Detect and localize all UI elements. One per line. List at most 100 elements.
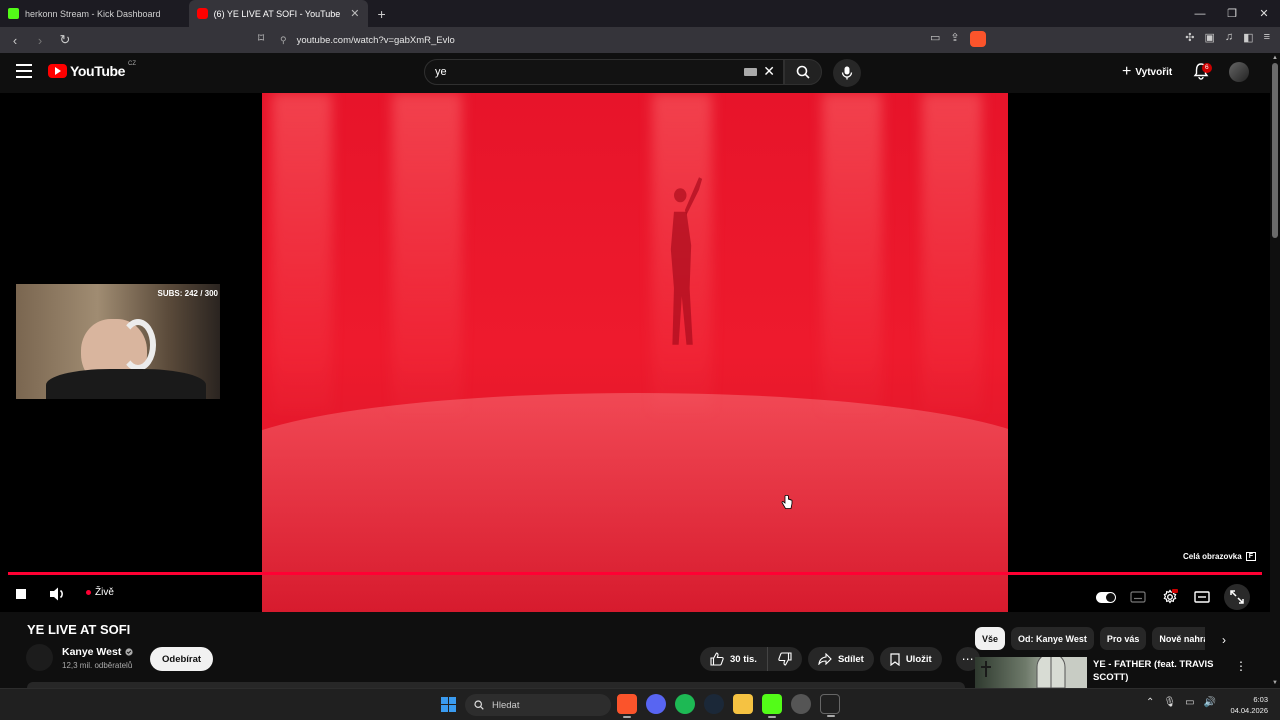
more-vertical-icon[interactable]: ⋮ — [1235, 659, 1247, 673]
taskbar-search-placeholder: Hledat — [492, 699, 520, 711]
gear-icon — [1163, 589, 1178, 604]
create-button[interactable]: + Vytvořit — [1116, 61, 1178, 83]
system-clock[interactable]: 6:03 04.04.2026 — [1230, 694, 1268, 716]
volume-icon[interactable] — [48, 586, 66, 602]
chip-all[interactable]: Vše — [975, 627, 1006, 650]
recommendation-chips: Vše Od: Kanye West Pro vás Nově nahrá — [975, 627, 1205, 651]
like-button[interactable]: 30 tis. — [700, 647, 768, 671]
extensions-icon[interactable]: ✣ — [1185, 31, 1194, 44]
recommendation-title[interactable]: YE - FATHER (feat. TRAVIS SCOTT) — [1093, 658, 1223, 684]
youtube-logo[interactable]: YouTube CZ — [48, 61, 136, 79]
wallet-icon[interactable]: ▣ — [1205, 31, 1215, 44]
spotify-icon[interactable] — [675, 694, 695, 714]
discord-icon[interactable] — [646, 694, 666, 714]
new-tab-button[interactable]: + — [368, 6, 396, 22]
chip-from-channel[interactable]: Od: Kanye West — [1011, 627, 1094, 650]
subscriber-count: 12,3 mil. odběratelů — [62, 661, 133, 670]
clear-search-icon[interactable]: ✕ — [763, 63, 775, 80]
video-player[interactable]: SUBS: 242 / 300 Celá obrazovka F Živě — [0, 93, 1270, 612]
media-icon[interactable]: ♫ — [1225, 31, 1233, 44]
browser-tab-bar: herkonn Stream - Kick Dashboard (6) YE L… — [0, 0, 1280, 27]
taskbar-search[interactable]: Hledat — [465, 694, 611, 716]
site-info-icon[interactable]: ⚲ — [280, 35, 287, 46]
speaker-icon[interactable]: 🔊 — [1204, 697, 1216, 708]
scroll-down-icon[interactable]: ▼ — [1272, 680, 1278, 686]
notification-badge: 6 — [1202, 63, 1212, 73]
scroll-up-icon[interactable]: ▲ — [1272, 55, 1278, 61]
tab-kick-dashboard[interactable]: herkonn Stream - Kick Dashboard — [0, 0, 169, 27]
chevron-up-icon[interactable]: ⌃ — [1146, 697, 1154, 708]
network-icon[interactable]: ▭ — [1185, 697, 1194, 708]
save-button[interactable]: Uložit — [879, 647, 942, 671]
clock-date: 04.04.2026 — [1230, 706, 1268, 715]
menu-icon[interactable] — [16, 64, 32, 78]
subs-counter: SUBS: 242 / 300 — [157, 289, 218, 298]
stop-button[interactable] — [16, 589, 26, 599]
live-indicator[interactable]: Živě — [86, 587, 114, 598]
headphones — [120, 319, 156, 371]
brave-shields-icon[interactable] — [969, 31, 986, 47]
search-icon — [796, 65, 810, 79]
voice-search-button[interactable] — [833, 59, 861, 87]
brave-browser-icon[interactable] — [617, 694, 637, 718]
share-button[interactable]: Sdílet — [807, 647, 874, 671]
video-frame[interactable] — [262, 93, 1008, 612]
page-scrollbar[interactable]: ▲ ▼ — [1270, 53, 1280, 688]
settings-button[interactable] — [1160, 587, 1180, 607]
menu-icon[interactable]: ≡ — [1264, 31, 1270, 44]
miniplayer-button[interactable] — [1192, 587, 1212, 607]
bookmark-icon[interactable]: ⌑ — [258, 31, 264, 45]
browser-tools: ✣ ▣ ♫ ◧ ≡ — [1185, 31, 1270, 44]
progress-bar[interactable] — [8, 572, 1262, 575]
subscribe-button[interactable]: Odebírat — [150, 647, 214, 671]
light-beam — [922, 93, 982, 413]
chevron-right-icon[interactable]: › — [1222, 633, 1226, 647]
address-tools: ▭ ⇪ — [930, 31, 986, 47]
close-tab-icon[interactable]: ✕ — [350, 7, 359, 20]
chip-recently-uploaded[interactable]: Nově nahrá — [1152, 627, 1205, 650]
steam-icon[interactable] — [704, 694, 724, 714]
channel-avatar[interactable] — [26, 644, 53, 671]
search-input[interactable]: ye ✕ — [424, 59, 784, 85]
fullscreen-tooltip: Celá obrazovka F — [1183, 552, 1256, 561]
back-button[interactable]: ‹ — [5, 30, 25, 50]
stage-floor — [262, 393, 1008, 612]
scrollbar-thumb[interactable] — [1272, 63, 1278, 238]
more-horizontal-icon: ⋯ — [961, 652, 974, 666]
close-window-button[interactable]: ✕ — [1248, 0, 1280, 27]
like-count: 30 tis. — [730, 653, 757, 665]
windows-start-icon[interactable] — [441, 697, 456, 712]
forward-button[interactable]: › — [30, 30, 50, 50]
url-field[interactable]: ⚲ youtube.com/watch?v=gabXmR_Evlo — [280, 30, 1000, 50]
keyboard-icon[interactable] — [744, 68, 757, 76]
autoplay-toggle[interactable] — [1096, 587, 1116, 607]
dislike-button[interactable] — [767, 647, 802, 671]
kick-icon[interactable] — [762, 694, 782, 718]
fullscreen-button[interactable] — [1224, 584, 1250, 610]
restore-button[interactable]: ❐ — [1216, 0, 1248, 27]
tab-label: herkonn Stream - Kick Dashboard — [25, 8, 161, 19]
reload-button[interactable]: ↻ — [55, 30, 75, 50]
recommendation-thumbnail[interactable] — [975, 657, 1087, 688]
sidebar-toggle-icon[interactable]: ◧ — [1243, 31, 1253, 44]
minimize-button[interactable]: — — [1184, 0, 1216, 27]
tab-youtube[interactable]: (6) YE LIVE AT SOFI - YouTube ✕ — [188, 0, 368, 27]
account-avatar[interactable] — [1229, 62, 1249, 82]
share-icon — [818, 653, 832, 665]
tooltip-key: F — [1245, 552, 1256, 561]
share-page-icon[interactable]: ⇪ — [950, 31, 959, 47]
miniplayer-icon — [1194, 591, 1210, 603]
tab-label: (6) YE LIVE AT SOFI - YouTube — [213, 8, 341, 19]
url-text: youtube.com/watch?v=gabXmR_Evlo — [296, 34, 455, 46]
logitech-icon[interactable] — [820, 694, 840, 717]
obs-icon[interactable] — [791, 694, 811, 714]
channel-name[interactable]: Kanye West — [62, 646, 133, 658]
chip-for-you[interactable]: Pro vás — [1099, 627, 1147, 650]
cast-icon[interactable]: ▭ — [930, 31, 940, 47]
window-controls: — ❐ ✕ — [1184, 0, 1280, 27]
light-beam — [822, 93, 882, 413]
subtitles-button[interactable] — [1128, 587, 1148, 607]
file-explorer-icon[interactable] — [733, 694, 753, 714]
microphone-icon[interactable]: 🎙 — [1163, 697, 1176, 708]
search-button[interactable] — [784, 59, 822, 85]
